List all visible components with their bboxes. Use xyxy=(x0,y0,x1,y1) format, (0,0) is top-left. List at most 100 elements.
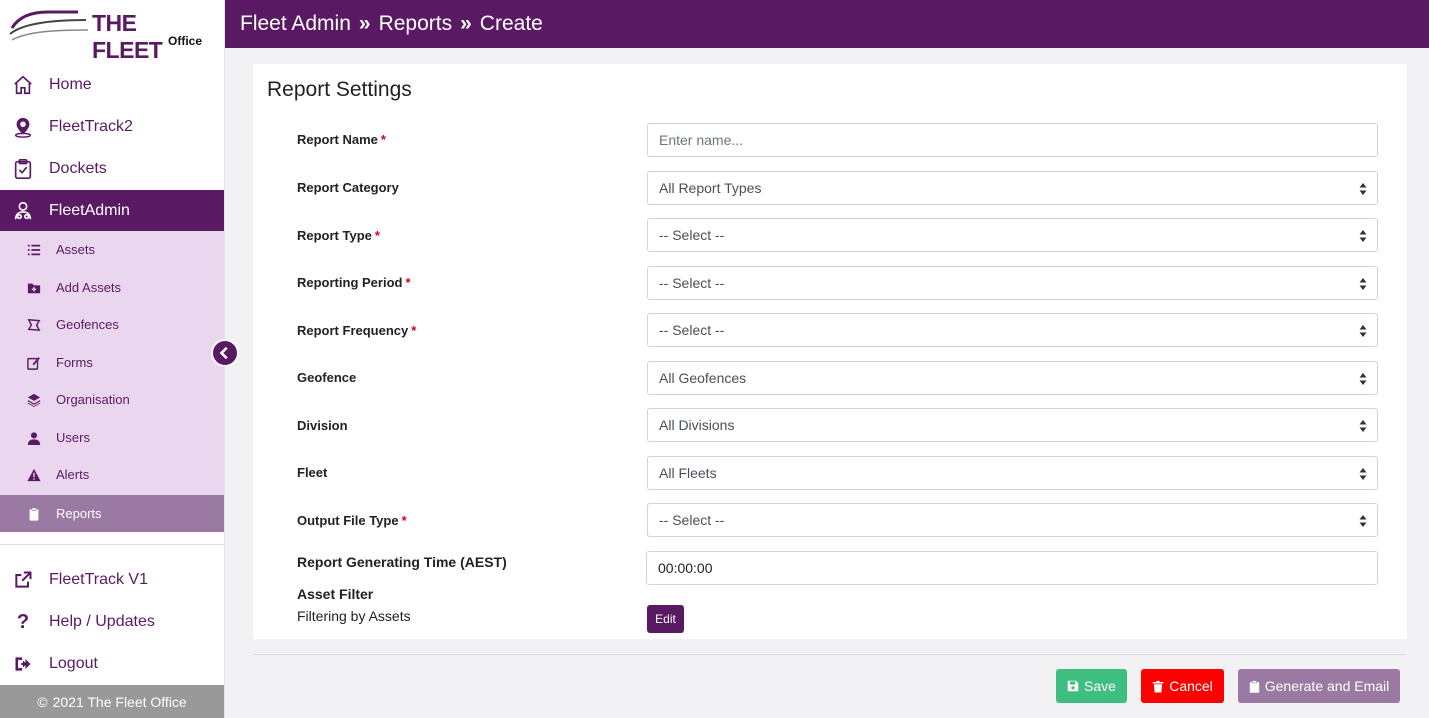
division-select[interactable]: All Divisions xyxy=(647,408,1378,442)
sub-item-assets[interactable]: Assets xyxy=(0,231,224,268)
geofence-icon xyxy=(26,317,42,333)
output-file-type-label-text: Output File Type xyxy=(297,513,399,528)
brand-sub: Office xyxy=(168,34,203,48)
generate-and-email-label: Generate and Email xyxy=(1264,678,1390,694)
required-mark: * xyxy=(411,323,417,338)
sidebar-collapse-button[interactable] xyxy=(211,339,239,367)
nav-logout[interactable]: Logout xyxy=(0,643,224,685)
reporting-period-value: -- Select -- xyxy=(659,275,725,291)
asset-filter-sub: Filtering by Assets xyxy=(297,608,411,624)
geofence-label: Geofence xyxy=(297,370,357,385)
required-mark: * xyxy=(380,132,386,147)
generating-time-label: Report Generating Time (AEST) xyxy=(297,554,507,570)
cancel-button[interactable]: Cancel xyxy=(1141,669,1224,703)
nav-help-label: Help / Updates xyxy=(49,613,155,630)
sub-item-organisation[interactable]: Organisation xyxy=(0,381,224,418)
sub-item-reports-label: Reports xyxy=(56,506,102,521)
nav-help[interactable]: ? Help / Updates xyxy=(0,601,224,643)
logout-icon xyxy=(11,652,35,676)
page-title: Report Settings xyxy=(267,78,412,101)
reporting-period-select[interactable]: -- Select -- xyxy=(647,266,1378,300)
save-button[interactable]: Save xyxy=(1056,669,1127,703)
chevron-left-icon xyxy=(219,346,228,360)
report-name-label-text: Report Name xyxy=(297,132,378,147)
clipboard-icon xyxy=(1249,679,1260,693)
nav-fleettrack2[interactable]: FleetTrack2 xyxy=(0,106,224,148)
asset-filter-edit-button[interactable]: Edit xyxy=(647,605,684,633)
report-category-value: All Report Types xyxy=(659,180,762,196)
nav-fleetadmin-label: FleetAdmin xyxy=(49,202,130,219)
sub-item-organisation-label: Organisation xyxy=(56,392,130,407)
clipboard-icon xyxy=(26,506,42,522)
report-category-select[interactable]: All Report Types xyxy=(647,171,1378,205)
report-name-input[interactable] xyxy=(659,132,1377,148)
logo[interactable]: THE FLEET Office xyxy=(8,4,208,63)
edit-icon xyxy=(26,355,42,371)
sub-item-users[interactable]: Users xyxy=(0,419,224,456)
report-type-select[interactable]: -- Select -- xyxy=(647,218,1378,252)
generate-and-email-button[interactable]: Generate and Email xyxy=(1238,669,1400,703)
nav-dockets[interactable]: Dockets xyxy=(0,148,224,190)
report-frequency-label-text: Report Frequency xyxy=(297,323,409,338)
report-name-label: Report Name * xyxy=(297,132,386,147)
reporting-period-label: Reporting Period * xyxy=(297,275,411,290)
trash-icon xyxy=(1152,680,1164,693)
warning-icon xyxy=(26,467,42,483)
list-icon xyxy=(26,242,42,258)
car-logo-icon xyxy=(9,10,89,41)
question-icon: ? xyxy=(16,610,30,633)
select-caret-icon xyxy=(1359,468,1367,480)
geofence-select[interactable]: All Geofences xyxy=(647,361,1378,395)
generating-time-field[interactable]: 00:00:00 xyxy=(646,551,1378,585)
fleet-select[interactable]: All Fleets xyxy=(647,456,1378,490)
sidebar-footer: © 2021 The Fleet Office xyxy=(0,685,224,718)
nav-fleettrack2-label: FleetTrack2 xyxy=(49,118,133,135)
required-mark: * xyxy=(401,513,407,528)
form-divider xyxy=(253,654,1407,655)
sidebar: THE FLEET Office Home FleetTrack2 Docket… xyxy=(0,0,225,718)
report-frequency-select[interactable]: -- Select -- xyxy=(647,313,1378,347)
breadcrumb-create: Create xyxy=(479,12,543,35)
division-label: Division xyxy=(297,418,348,433)
home-icon xyxy=(11,73,35,97)
fleet-label: Fleet xyxy=(297,465,328,480)
user-admin-icon xyxy=(11,199,35,223)
sub-item-geofences[interactable]: Geofences xyxy=(0,306,224,343)
sub-item-add-assets[interactable]: Add Assets xyxy=(0,269,224,306)
asset-filter-label: Asset Filter xyxy=(297,586,374,602)
select-caret-icon xyxy=(1359,230,1367,242)
copyright-icon: © xyxy=(37,693,48,710)
nav-fleettrack-v1-label: FleetTrack V1 xyxy=(49,571,148,588)
select-caret-icon xyxy=(1359,515,1367,527)
folder-plus-icon xyxy=(26,280,42,296)
output-file-type-select[interactable]: -- Select -- xyxy=(647,503,1378,537)
nav-fleettrack-v1[interactable]: FleetTrack V1 xyxy=(0,559,224,601)
breadcrumb-fleet-admin[interactable]: Fleet Admin xyxy=(240,12,351,36)
report-type-value: -- Select -- xyxy=(659,227,725,243)
geofence-value: All Geofences xyxy=(659,370,747,386)
clipboard-check-icon xyxy=(11,157,35,181)
report-name-field[interactable] xyxy=(647,123,1378,157)
sidebar-divider xyxy=(0,544,224,545)
sub-item-forms[interactable]: Forms xyxy=(0,344,224,381)
select-caret-icon xyxy=(1359,420,1367,432)
floppy-disk-icon xyxy=(1067,680,1079,692)
sub-item-reports[interactable]: Reports xyxy=(0,495,224,532)
select-caret-icon xyxy=(1359,373,1367,385)
nav-home[interactable]: Home xyxy=(0,64,224,106)
report-type-label-text: Report Type xyxy=(297,228,372,243)
sub-item-alerts-label: Alerts xyxy=(56,467,90,482)
generating-time-value: 00:00:00 xyxy=(658,560,713,576)
user-icon xyxy=(26,430,42,446)
map-pin-icon xyxy=(11,115,35,139)
breadcrumb-reports[interactable]: Reports xyxy=(379,12,453,36)
save-button-label: Save xyxy=(1084,678,1116,694)
double-chevron-icon: » xyxy=(460,12,472,35)
sub-item-add-assets-label: Add Assets xyxy=(56,280,122,295)
nav-fleetadmin[interactable]: FleetAdmin xyxy=(0,190,224,232)
sub-item-alerts[interactable]: Alerts xyxy=(0,456,224,493)
required-mark: * xyxy=(405,275,411,290)
reporting-period-label-text: Reporting Period xyxy=(297,275,403,290)
nav-home-label: Home xyxy=(49,76,92,93)
output-file-type-label: Output File Type * xyxy=(297,513,407,528)
